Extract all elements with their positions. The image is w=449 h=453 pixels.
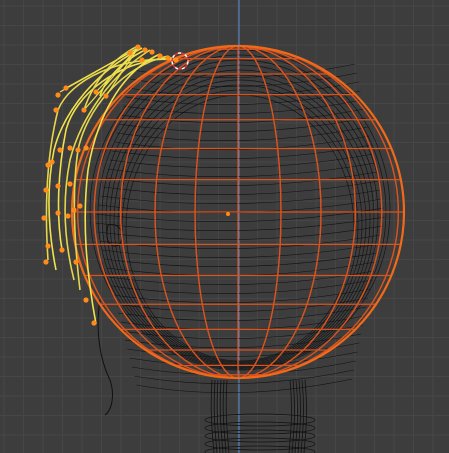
control-point	[83, 297, 89, 303]
control-point	[77, 203, 83, 209]
control-point	[53, 107, 59, 113]
control-point	[55, 92, 61, 98]
control-point	[173, 57, 179, 63]
neck-edge	[297, 379, 301, 453]
control-point	[49, 159, 55, 165]
mesh-edge	[122, 324, 363, 340]
control-point	[139, 57, 145, 63]
mesh-edge	[109, 153, 374, 169]
control-point	[43, 187, 49, 193]
control-point	[59, 247, 65, 253]
mesh-edge	[102, 243, 380, 259]
control-point	[67, 181, 73, 187]
mesh-edge	[100, 234, 381, 250]
neck-edge	[219, 379, 224, 453]
control-point	[55, 183, 61, 189]
neck-ring	[204, 421, 316, 435]
control-point	[103, 93, 109, 99]
control-point	[127, 50, 133, 56]
control-point	[157, 53, 163, 59]
mesh-edge	[107, 162, 375, 178]
mesh-edge	[121, 108, 365, 124]
mesh-edge	[111, 279, 372, 295]
mesh-edge	[96, 207, 384, 223]
control-point	[55, 210, 61, 216]
control-point	[73, 259, 79, 265]
mesh-edge	[103, 180, 379, 196]
mesh-edge-loop	[101, 64, 379, 368]
control-point	[91, 320, 97, 326]
mesh-edge	[113, 288, 371, 304]
control-point	[75, 147, 81, 153]
control-point	[149, 49, 155, 55]
neck-edge	[222, 379, 227, 453]
mesh-edge	[100, 189, 381, 205]
head-mesh-wireframe[interactable]	[89, 49, 391, 453]
viewport-canvas[interactable]	[0, 0, 449, 453]
control-point	[41, 215, 47, 221]
control-point	[67, 145, 73, 151]
neck-edge	[225, 379, 230, 453]
mesh-edge	[136, 378, 353, 393]
control-point	[57, 147, 63, 153]
control-point	[71, 207, 77, 213]
mesh-edge	[116, 126, 368, 142]
mesh-edge	[112, 144, 372, 160]
control-point	[43, 259, 49, 265]
object-origin-icon	[226, 212, 230, 216]
control-point	[83, 145, 89, 151]
control-point	[165, 55, 171, 61]
3d-viewport[interactable]	[0, 0, 449, 453]
control-point	[93, 89, 99, 95]
control-point	[65, 213, 71, 219]
mesh-edge	[125, 90, 361, 106]
mesh-edge	[109, 270, 374, 286]
neck-edge	[288, 379, 292, 453]
control-point	[63, 85, 69, 91]
mesh-edge	[95, 216, 385, 232]
neck-edge	[291, 379, 295, 453]
sphere-wireframe[interactable]	[70, 44, 406, 380]
control-point	[45, 243, 51, 249]
control-point	[135, 44, 141, 50]
mesh-edge-loop	[121, 89, 359, 363]
control-point	[142, 47, 148, 53]
control-point	[81, 107, 87, 113]
